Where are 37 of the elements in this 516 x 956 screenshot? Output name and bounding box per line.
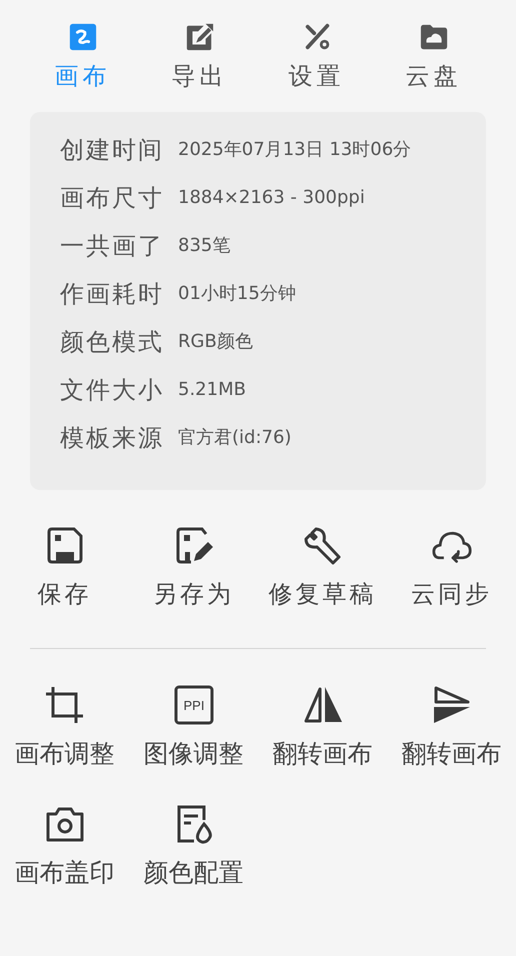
flip-horizontal-icon [302, 685, 342, 725]
squiggle-icon [68, 22, 98, 52]
info-label: 作画耗时 [60, 279, 164, 310]
action-button[interactable]: 修复草稿 [268, 526, 376, 610]
info-label: 画布尺寸 [60, 183, 164, 214]
tab[interactable]: 设置 [258, 22, 375, 92]
info-value: 5.21MB [178, 378, 246, 402]
info-value: 2025年07月13日 13时06分 [178, 138, 412, 162]
info-label: 创建时间 [60, 135, 164, 166]
tool-button[interactable]: 翻转画布 [272, 685, 372, 770]
info-label: 文件大小 [60, 375, 164, 406]
info-value: 1884×2163 - 300ppi [178, 186, 365, 210]
tool-button[interactable]: 颜色配置 [144, 804, 244, 889]
info-value: 835笔 [178, 234, 230, 258]
save-as-icon [174, 526, 214, 566]
ppi-icon: PPI [174, 685, 214, 725]
tool-button[interactable]: PPI 图像调整 [144, 685, 244, 770]
export-icon [184, 22, 214, 52]
info-value: RGB颜色 [178, 330, 253, 354]
info-label: 颜色模式 [60, 327, 164, 358]
info-label: 一共画了 [60, 231, 164, 262]
save-icon [44, 526, 84, 566]
flip-vertical-icon [432, 685, 472, 725]
tab[interactable]: 云盘 [375, 22, 492, 92]
tab[interactable]: 导出 [141, 22, 258, 92]
action-button[interactable]: 云同步 [411, 526, 492, 610]
info-label: 模板来源 [60, 423, 164, 454]
tool-button[interactable]: 翻转画布 [402, 685, 502, 770]
info-value: 01小时15分钟 [178, 282, 296, 306]
crop-icon [44, 685, 84, 725]
action-button[interactable]: 保存 [38, 526, 92, 610]
info-value: 官方君(id:76) [178, 426, 292, 450]
action-button[interactable]: 另存为 [153, 526, 234, 610]
tool-button[interactable]: 画布盖印 [14, 804, 114, 889]
tool-button[interactable]: 画布调整 [14, 685, 114, 770]
wrench-icon [302, 526, 342, 566]
cloud-folder-icon [418, 22, 448, 52]
